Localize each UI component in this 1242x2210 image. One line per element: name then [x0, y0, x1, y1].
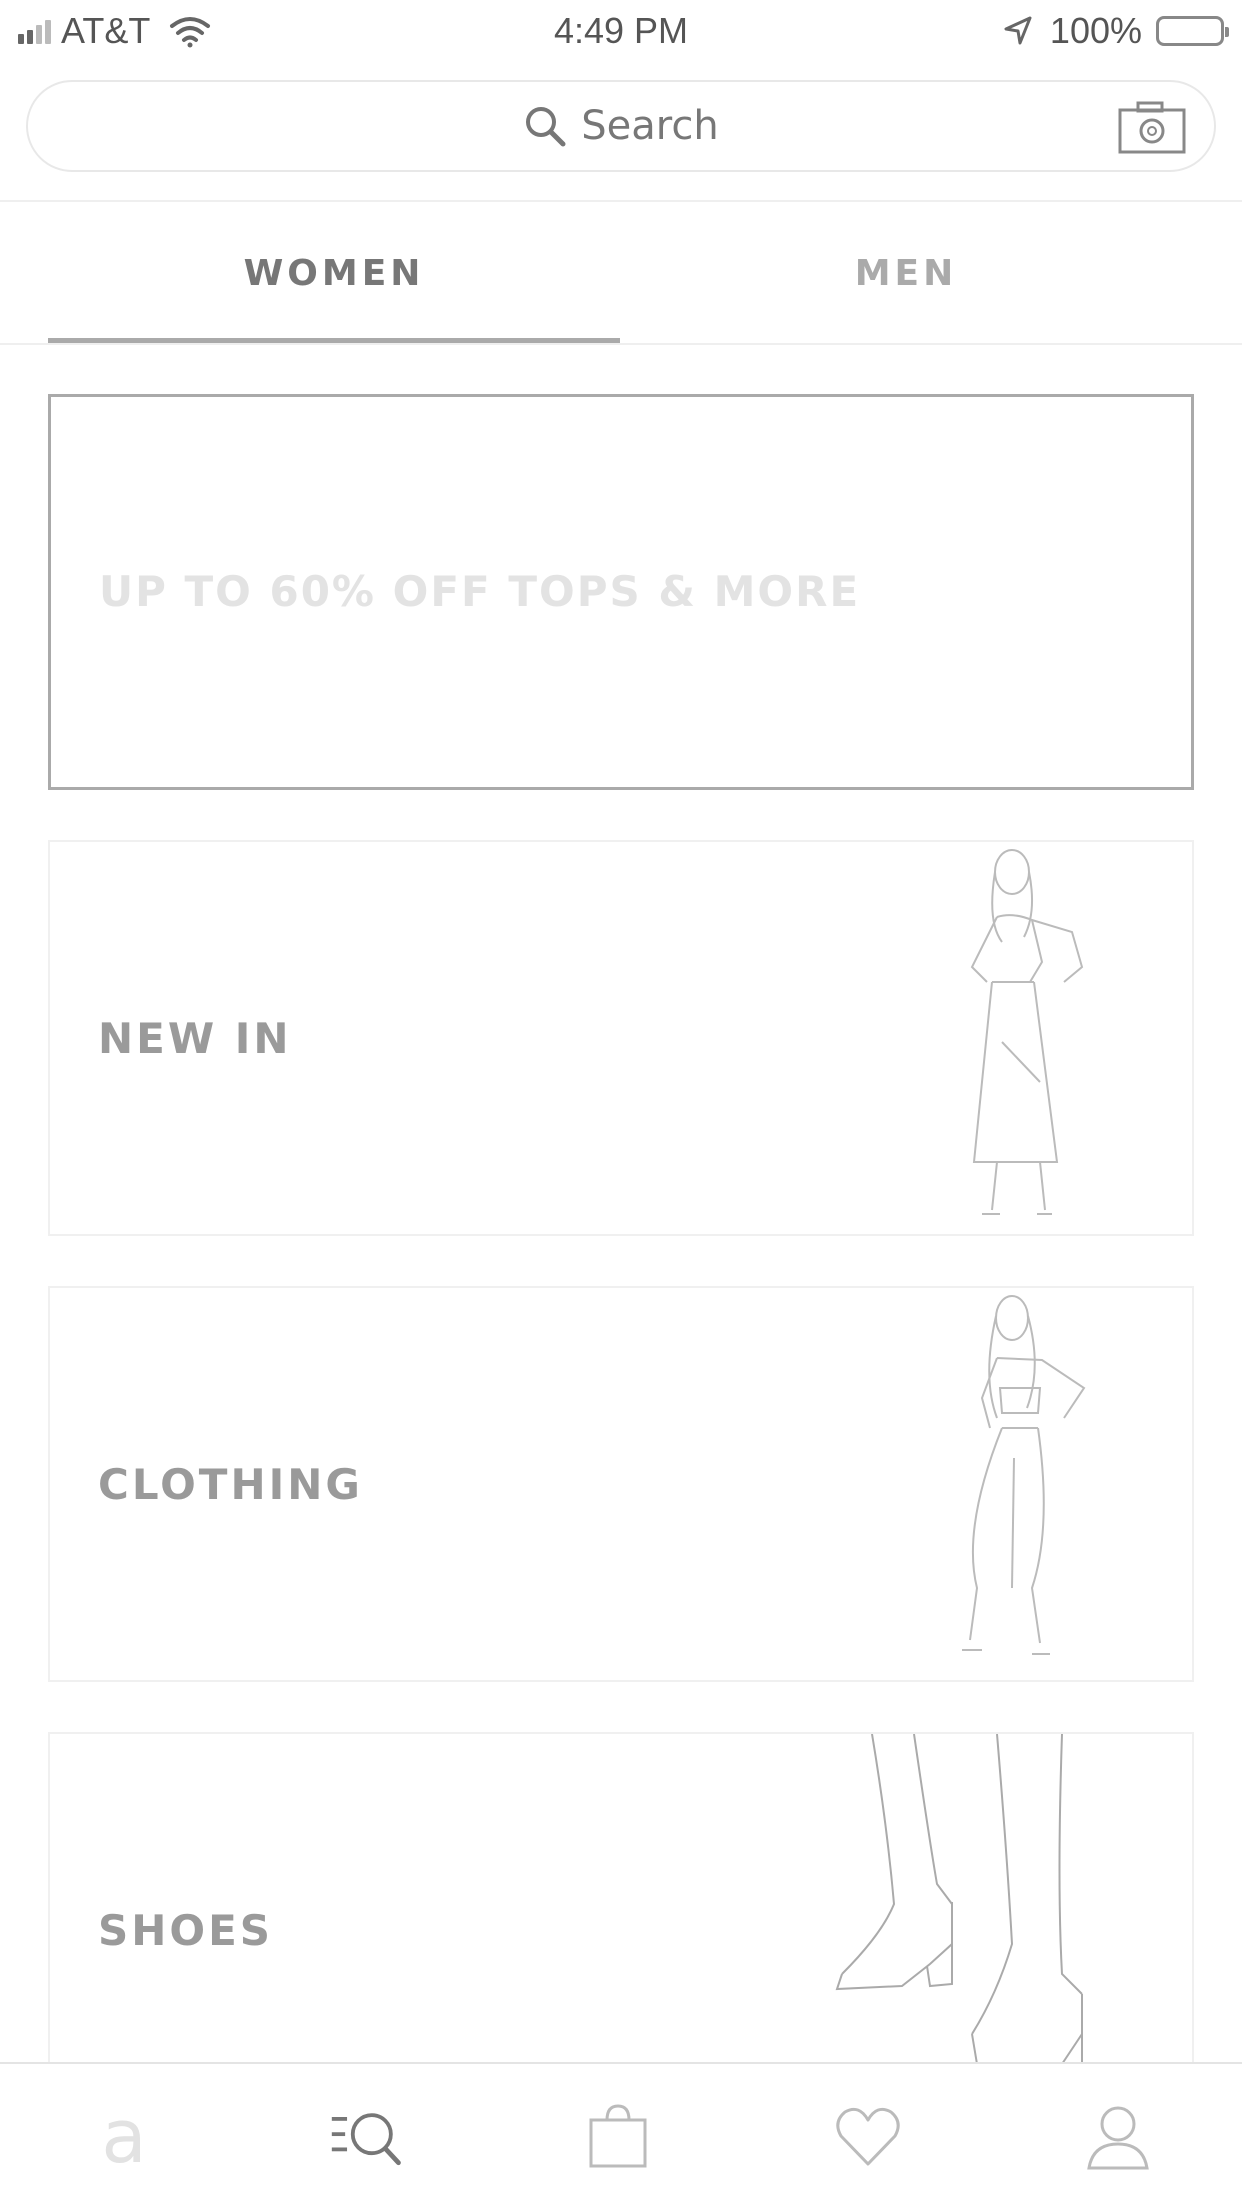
camera-icon[interactable] [1118, 100, 1186, 154]
profile-glyph [1087, 2106, 1149, 2170]
search-placeholder: Search [581, 103, 719, 149]
divider [0, 343, 1242, 345]
category-label: SHOES [98, 1906, 274, 1955]
search-field[interactable]: Search [28, 82, 1214, 170]
category-label: CLOTHING [98, 1460, 363, 1509]
tab-men[interactable]: MEN [620, 202, 1192, 344]
heart-icon[interactable] [828, 2104, 908, 2170]
status-bar: AT&T 4:49 PM 100% [0, 0, 1242, 62]
search-menu-glyph [331, 2113, 401, 2166]
battery-icon [1156, 16, 1229, 46]
category-label: NEW IN [98, 1014, 292, 1063]
category-card-clothing[interactable]: CLOTHING [48, 1286, 1194, 1682]
gender-tabs: WOMEN MEN [48, 202, 1242, 344]
bottom-nav: a [0, 2062, 1242, 2210]
heart-glyph [836, 2107, 900, 2166]
search-menu-icon[interactable] [328, 2104, 408, 2170]
location-arrow-icon [1004, 16, 1032, 45]
search-icon [526, 107, 566, 147]
a-logo-icon[interactable]: a [84, 2100, 164, 2174]
shopping-bag-icon[interactable] [578, 2104, 658, 2170]
model-image [970, 849, 1084, 1215]
tab-women[interactable]: WOMEN [48, 202, 620, 344]
status-right: 100% [1002, 10, 1229, 52]
profile-icon[interactable] [1078, 2104, 1158, 2170]
battery-percent: 100% [1049, 10, 1142, 51]
search-bar[interactable]: Search [26, 80, 1216, 172]
promo-text: UP TO 60% OFF TOPS & MORE [99, 567, 861, 616]
bag-glyph [589, 2104, 647, 2168]
model-image [962, 1295, 1086, 1655]
category-card-new-in[interactable]: NEW IN [48, 840, 1194, 1236]
promo-banner[interactable]: UP TO 60% OFF TOPS & MORE [48, 394, 1194, 790]
